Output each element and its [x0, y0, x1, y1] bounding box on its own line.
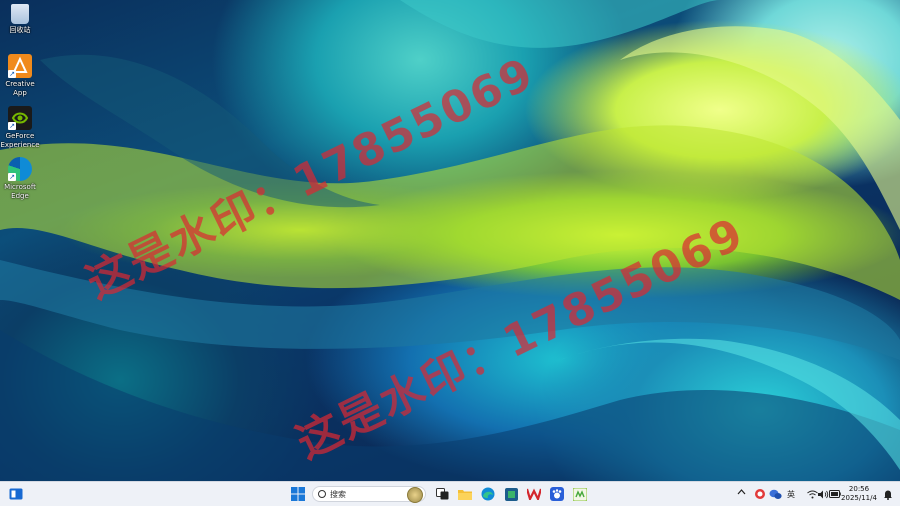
- wechat-icon[interactable]: [767, 486, 783, 502]
- edge-icon: ↗: [8, 157, 32, 181]
- desktop-icon-edge[interactable]: ↗ Microsoft Edge: [2, 157, 38, 201]
- task-view-icon[interactable]: [434, 486, 450, 502]
- creative-app-icon: ↗: [8, 54, 32, 78]
- recycle-bin-icon: [11, 4, 29, 24]
- show-hidden-icons-chevron-icon[interactable]: [737, 488, 746, 498]
- clock[interactable]: 20:56 2025/11/4: [838, 485, 880, 503]
- desktop-icon-geforce[interactable]: ↗ GeForce Experience: [0, 106, 40, 150]
- widgets-icon[interactable]: [8, 486, 24, 502]
- tray-app-icon[interactable]: [752, 486, 768, 502]
- clock-date: 2025/11/4: [841, 494, 877, 502]
- desktop-icon-creative-app[interactable]: ↗ Creative App: [2, 54, 38, 98]
- desktop-icon-recycle-bin[interactable]: 回收站: [2, 4, 38, 35]
- desktop-icon-label: GeForce Experience: [0, 132, 40, 149]
- geforce-icon: ↗: [8, 106, 32, 130]
- app-green-icon[interactable]: [572, 486, 588, 502]
- taskbar: 搜索 英 20:56 2025/11/4: [0, 481, 900, 506]
- shortcut-arrow-icon: ↗: [8, 173, 16, 181]
- wps-icon[interactable]: [526, 486, 542, 502]
- shortcut-arrow-icon: ↗: [8, 70, 16, 78]
- desktop-icon-label: 回收站: [9, 26, 31, 34]
- shortcut-arrow-icon: ↗: [8, 122, 16, 130]
- file-explorer-icon[interactable]: [457, 486, 473, 502]
- search-highlight-icon: [407, 487, 423, 503]
- start-icon[interactable]: [290, 486, 306, 502]
- desktop-icon-label: Microsoft Edge: [4, 183, 36, 200]
- desktop-icon-label: Creative App: [5, 80, 35, 97]
- notification-bell-icon[interactable]: [880, 486, 896, 502]
- search-input[interactable]: 搜索: [330, 489, 346, 500]
- clock-time: 20:56: [848, 485, 870, 493]
- search-box[interactable]: 搜索: [312, 486, 426, 503]
- desktop-wallpaper: 这是水印：17855069 这是水印：17855069 回收站 ↗ Creati…: [0, 0, 900, 481]
- baidu-icon[interactable]: [549, 486, 565, 502]
- ime-indicator[interactable]: 英: [787, 489, 795, 500]
- app-icon[interactable]: [503, 486, 519, 502]
- search-icon: [318, 490, 326, 498]
- edge-icon[interactable]: [480, 486, 496, 502]
